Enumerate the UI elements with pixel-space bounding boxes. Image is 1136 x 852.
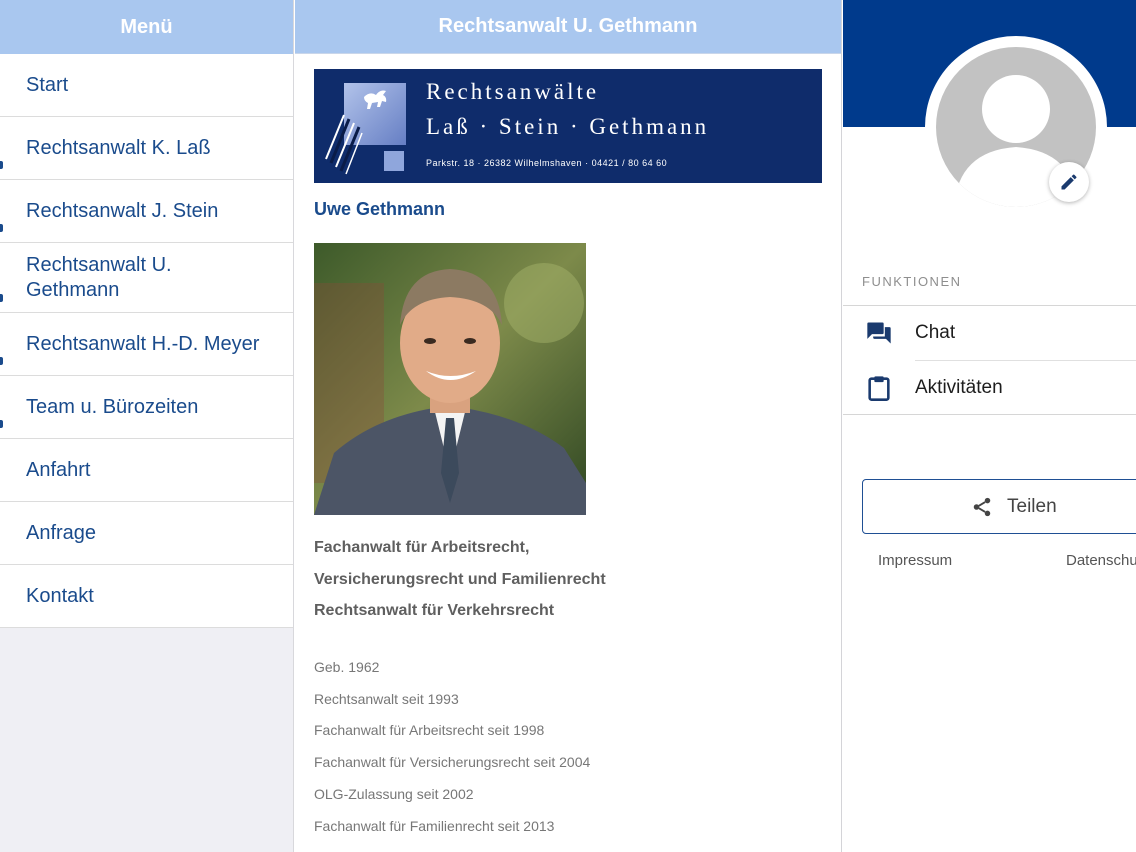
firm-banner: Rechtsanwälte Laß · Stein · Gethmann Par…: [314, 69, 822, 183]
menu-item-label: Rechtsanwalt H.-D. Meyer: [26, 332, 260, 355]
function-chat[interactable]: Chat: [843, 306, 1136, 360]
pencil-icon: [1061, 174, 1077, 190]
career-facts: Geb. 1962 Rechtsanwalt seit 1993 Fachanw…: [314, 652, 590, 842]
fact-line: Geb. 1962: [314, 659, 380, 675]
content-panel: Rechtsanwalt U. Gethmann Rechtsanwälte L…: [295, 0, 842, 852]
menu-marker: [0, 357, 3, 365]
fact-line: Fachanwalt für Familienrecht seit 2013: [314, 817, 555, 834]
menu-marker: [0, 161, 3, 169]
share-label: Teilen: [1007, 495, 1057, 517]
menu-item-label: Anfrage: [26, 521, 97, 544]
firm-logo-icon: [325, 83, 406, 175]
privacy-link[interactable]: Datenschu: [1066, 552, 1136, 569]
qualification-line: Rechtsanwalt für Verkehrsrecht: [314, 602, 555, 620]
menu-item-rechtsanwalt-lass[interactable]: Rechtsanwalt K. Laß: [0, 117, 293, 180]
qualifications: Fachanwalt für Arbeitsrecht, Versicherun…: [314, 532, 606, 627]
page-title: Rechtsanwalt U. Gethmann: [438, 15, 698, 37]
clipboard-icon: [843, 373, 915, 403]
menu-item-anfrage[interactable]: Anfrage: [0, 502, 293, 565]
divider: [843, 414, 1136, 415]
fact-line: Fachanwalt für Versicherungsrecht seit 2…: [314, 754, 591, 771]
portrait-image: [314, 243, 586, 515]
menu-item-kontakt[interactable]: Kontakt: [0, 565, 293, 628]
menu-marker: [0, 420, 3, 428]
chat-icon: [843, 319, 915, 347]
menu-item-anfahrt[interactable]: Anfahrt: [0, 439, 293, 502]
function-label: Chat: [915, 322, 956, 343]
menu-marker: [0, 294, 3, 302]
banner-address: Parkstr. 18 · 26382 Wilhelmshaven · 0442…: [426, 158, 668, 168]
edit-avatar-button[interactable]: [1049, 162, 1089, 202]
function-label: Aktivitäten: [915, 377, 1003, 398]
banner-title: Rechtsanwälte: [426, 79, 600, 104]
function-aktivitaeten[interactable]: Aktivitäten: [843, 361, 1136, 415]
qualification-line: Fachanwalt für Arbeitsrecht,: [314, 539, 530, 556]
person-name: Uwe Gethmann: [314, 199, 446, 219]
menu-header: Menü: [0, 0, 293, 54]
fact-line: Fachanwalt für Arbeitsrecht seit 1998: [314, 722, 545, 739]
menu-item-label: Rechtsanwalt J. Stein: [26, 199, 219, 222]
fact-line: OLG-Zulassung seit 2002: [314, 785, 474, 802]
menu-item-rechtsanwalt-stein[interactable]: Rechtsanwalt J. Stein: [0, 180, 293, 243]
menu-item-label: Rechtsanwalt K. Laß: [26, 136, 211, 159]
menu-item-label: Kontakt: [26, 584, 94, 607]
menu-panel: Menü Start Rechtsanwalt K. Laß Rechtsanw…: [0, 0, 294, 852]
content-header: Rechtsanwalt U. Gethmann: [295, 0, 841, 54]
menu-item-start[interactable]: Start: [0, 54, 293, 117]
portrait-photo: [314, 243, 586, 515]
qualification-line: Versicherungsrecht und Familienrecht: [314, 570, 606, 588]
menu-list: Start Rechtsanwalt K. Laß Rechtsanwalt J…: [0, 54, 293, 628]
share-button[interactable]: Teilen: [862, 479, 1136, 534]
banner-names: Laß · Stein · Gethmann: [426, 114, 710, 139]
menu-title: Menü: [120, 15, 173, 38]
functions-label: FUNKTIONEN: [862, 274, 962, 289]
menu-item-rechtsanwalt-gethmann[interactable]: Rechtsanwalt U. Gethmann: [0, 243, 293, 313]
impressum-link[interactable]: Impressum: [878, 552, 952, 569]
side-panel: FUNKTIONEN Chat Aktivitäten Teilen Impre…: [843, 0, 1136, 852]
menu-item-team-buerozeiten[interactable]: Team u. Bürozeiten: [0, 376, 293, 439]
fact-line: Rechtsanwalt seit 1993: [314, 690, 459, 707]
menu-item-label: Start: [26, 73, 69, 96]
share-icon: [973, 497, 991, 516]
menu-marker: [0, 224, 3, 232]
menu-item-label: Team u. Bürozeiten: [26, 395, 199, 418]
menu-item-label: Rechtsanwalt U. Gethmann: [26, 253, 172, 301]
menu-item-rechtsanwalt-meyer[interactable]: Rechtsanwalt H.-D. Meyer: [0, 313, 293, 376]
menu-item-label: Anfahrt: [26, 458, 91, 481]
